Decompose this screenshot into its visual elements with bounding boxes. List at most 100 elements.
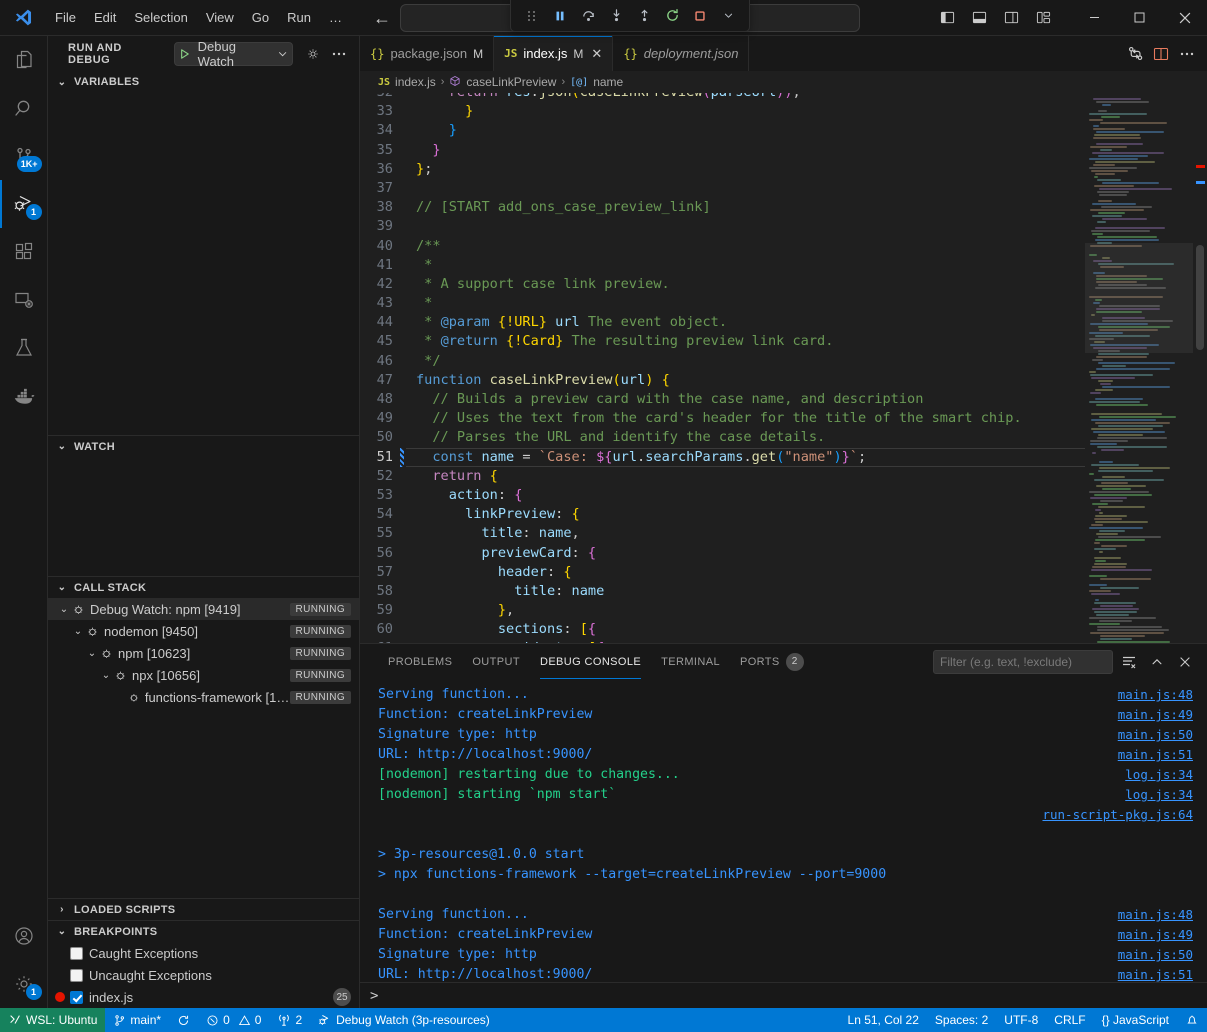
code-line[interactable]: 36}; xyxy=(360,160,1085,179)
breakpoint-checkbox[interactable] xyxy=(70,991,83,1004)
status-problems[interactable]: 0 0 xyxy=(198,1008,269,1032)
status-remote-host[interactable]: WSL: Ubuntu xyxy=(0,1008,105,1032)
tab-package-json[interactable]: {} package.json M xyxy=(360,36,494,71)
tab-ports[interactable]: PORTS 2 xyxy=(730,644,814,679)
code-line[interactable]: 35 } xyxy=(360,141,1085,160)
chevron-down-icon[interactable]: ⌄ xyxy=(56,604,72,615)
console-source-link[interactable]: run-script-pkg.js:64 xyxy=(1042,805,1193,825)
status-eol[interactable]: CRLF xyxy=(1046,1008,1093,1032)
back-arrow-icon[interactable]: ← xyxy=(373,9,391,27)
section-watch[interactable]: ⌄ WATCH xyxy=(48,435,359,457)
more-actions-icon[interactable] xyxy=(1175,42,1199,66)
breakpoint-row[interactable]: Uncaught Exceptions xyxy=(48,964,359,986)
code-line[interactable]: 60 sections: [{ xyxy=(360,620,1085,639)
split-editor-icon[interactable] xyxy=(1149,42,1173,66)
breakpoint-checkbox[interactable] xyxy=(70,969,83,982)
call-stack-row[interactable]: functions-framework [106… RUNNING xyxy=(48,686,359,708)
toggle-primary-sidebar-icon[interactable] xyxy=(932,5,962,31)
tab-close-icon[interactable]: ✕ xyxy=(591,46,602,62)
breakpoint-row[interactable]: index.js 25 xyxy=(48,986,359,1008)
activity-search[interactable] xyxy=(0,84,48,132)
chevron-down-icon[interactable]: ⌄ xyxy=(98,670,114,681)
tab-output[interactable]: OUTPUT xyxy=(462,644,530,679)
code-line[interactable]: 39 xyxy=(360,217,1085,236)
code-line[interactable]: 47function caseLinkPreview(url) { xyxy=(360,371,1085,390)
console-source-link[interactable]: main.js:50 xyxy=(1118,945,1193,965)
status-sync[interactable] xyxy=(169,1008,198,1032)
code-line[interactable]: 46 */ xyxy=(360,352,1085,371)
maximize-button[interactable] xyxy=(1117,0,1162,36)
code-line[interactable]: 37 xyxy=(360,179,1085,198)
section-variables[interactable]: ⌄ VARIABLES xyxy=(48,71,359,93)
code-editor[interactable]: 32 return res.json(caseLinkPreview(parse… xyxy=(360,93,1207,643)
activity-remote-explorer[interactable] xyxy=(0,276,48,324)
drag-handle-icon[interactable] xyxy=(519,4,545,28)
status-encoding[interactable]: UTF-8 xyxy=(996,1008,1046,1032)
code-line[interactable]: 45 * @return {!Card} The resulting previ… xyxy=(360,332,1085,351)
console-source-link[interactable]: main.js:49 xyxy=(1118,705,1193,725)
breakpoint-row[interactable]: Caught Exceptions xyxy=(48,942,359,964)
menu-more[interactable]: … xyxy=(320,7,351,28)
toggle-panel-icon[interactable] xyxy=(964,5,994,31)
code-line[interactable]: 41 * xyxy=(360,256,1085,275)
stop-button[interactable] xyxy=(687,4,713,28)
activity-testing[interactable] xyxy=(0,324,48,372)
console-filter-input[interactable]: Filter (e.g. text, !exclude) xyxy=(933,650,1113,674)
console-source-link[interactable]: log.js:34 xyxy=(1125,785,1193,805)
code-line[interactable]: 49 // Uses the text from the card's head… xyxy=(360,409,1085,428)
code-line[interactable]: 56 previewCard: { xyxy=(360,544,1085,563)
status-git-branch[interactable]: main* xyxy=(105,1008,169,1032)
breadcrumb-variable[interactable]: name xyxy=(593,75,623,89)
console-source-link[interactable]: main.js:49 xyxy=(1118,925,1193,945)
call-stack-row[interactable]: ⌄ npx [10656] RUNNING xyxy=(48,664,359,686)
chevron-down-icon[interactable]: ⌄ xyxy=(70,626,86,637)
menu-go[interactable]: Go xyxy=(243,7,278,28)
close-button[interactable] xyxy=(1162,0,1207,36)
code-line[interactable]: 40/** xyxy=(360,237,1085,256)
code-line[interactable]: 32 return res.json(caseLinkPreview(parse… xyxy=(360,93,1085,102)
editor-scrollbar[interactable] xyxy=(1193,93,1207,643)
code-line[interactable]: 34 } xyxy=(360,121,1085,140)
call-stack-row[interactable]: ⌄ npm [10623] RUNNING xyxy=(48,642,359,664)
activity-docker[interactable] xyxy=(0,372,48,420)
console-source-link[interactable]: log.js:34 xyxy=(1125,765,1193,785)
status-ports[interactable]: 2 xyxy=(269,1008,310,1032)
call-stack-row[interactable]: ⌄ Debug Watch: npm [9419] RUNNING xyxy=(48,598,359,620)
tab-debug-console[interactable]: DEBUG CONSOLE xyxy=(530,644,651,679)
close-panel-icon[interactable] xyxy=(1173,650,1197,674)
tab-index-js[interactable]: JS index.js M ✕ xyxy=(494,36,613,71)
code-line[interactable]: 53 action: { xyxy=(360,486,1085,505)
debug-console-output[interactable]: Serving function...main.js:48Function: c… xyxy=(360,679,1207,982)
activity-source-control[interactable]: 1K+ xyxy=(0,132,48,180)
code-line[interactable]: 42 * A support case link preview. xyxy=(360,275,1085,294)
activity-manage-settings[interactable]: 1 xyxy=(0,960,48,1008)
step-over-button[interactable] xyxy=(575,4,601,28)
code-line[interactable]: 48 // Builds a preview card with the cas… xyxy=(360,390,1085,409)
clear-console-icon[interactable] xyxy=(1117,650,1141,674)
launch-config-dropdown[interactable]: Debug Watch xyxy=(174,42,293,66)
scrollbar-thumb[interactable] xyxy=(1196,245,1204,350)
status-language-mode[interactable]: {} JavaScript xyxy=(1094,1008,1177,1032)
code-line[interactable]: 38// [START add_ons_case_preview_link] xyxy=(360,198,1085,217)
activity-run-and-debug[interactable]: 1 xyxy=(0,180,48,228)
code-line[interactable]: 58 title: name xyxy=(360,582,1085,601)
console-source-link[interactable]: main.js:51 xyxy=(1118,745,1193,765)
debug-console-input[interactable]: > xyxy=(360,982,1207,1008)
code-line[interactable]: 43 * xyxy=(360,294,1085,313)
breakpoint-checkbox[interactable] xyxy=(70,947,83,960)
call-stack-row[interactable]: ⌄ nodemon [9450] RUNNING xyxy=(48,620,359,642)
step-into-button[interactable] xyxy=(603,4,629,28)
code-line[interactable]: 52 return { xyxy=(360,467,1085,486)
customize-layout-icon[interactable] xyxy=(1028,5,1058,31)
console-source-link[interactable]: main.js:50 xyxy=(1118,725,1193,745)
tab-problems[interactable]: PROBLEMS xyxy=(378,644,462,679)
breadcrumb-file[interactable]: index.js xyxy=(395,75,436,89)
code-line[interactable]: 55 title: name, xyxy=(360,524,1085,543)
sidebar-more-actions-icon[interactable] xyxy=(327,42,351,66)
minimap[interactable] xyxy=(1085,93,1193,643)
status-debug-session[interactable]: Debug Watch (3p-resources) xyxy=(310,1008,498,1032)
code-line[interactable]: 33 } xyxy=(360,102,1085,121)
tab-deployment-json[interactable]: {} deployment.json xyxy=(613,36,749,71)
console-source-link[interactable]: main.js:48 xyxy=(1118,685,1193,705)
chevron-down-icon[interactable]: ⌄ xyxy=(84,648,100,659)
